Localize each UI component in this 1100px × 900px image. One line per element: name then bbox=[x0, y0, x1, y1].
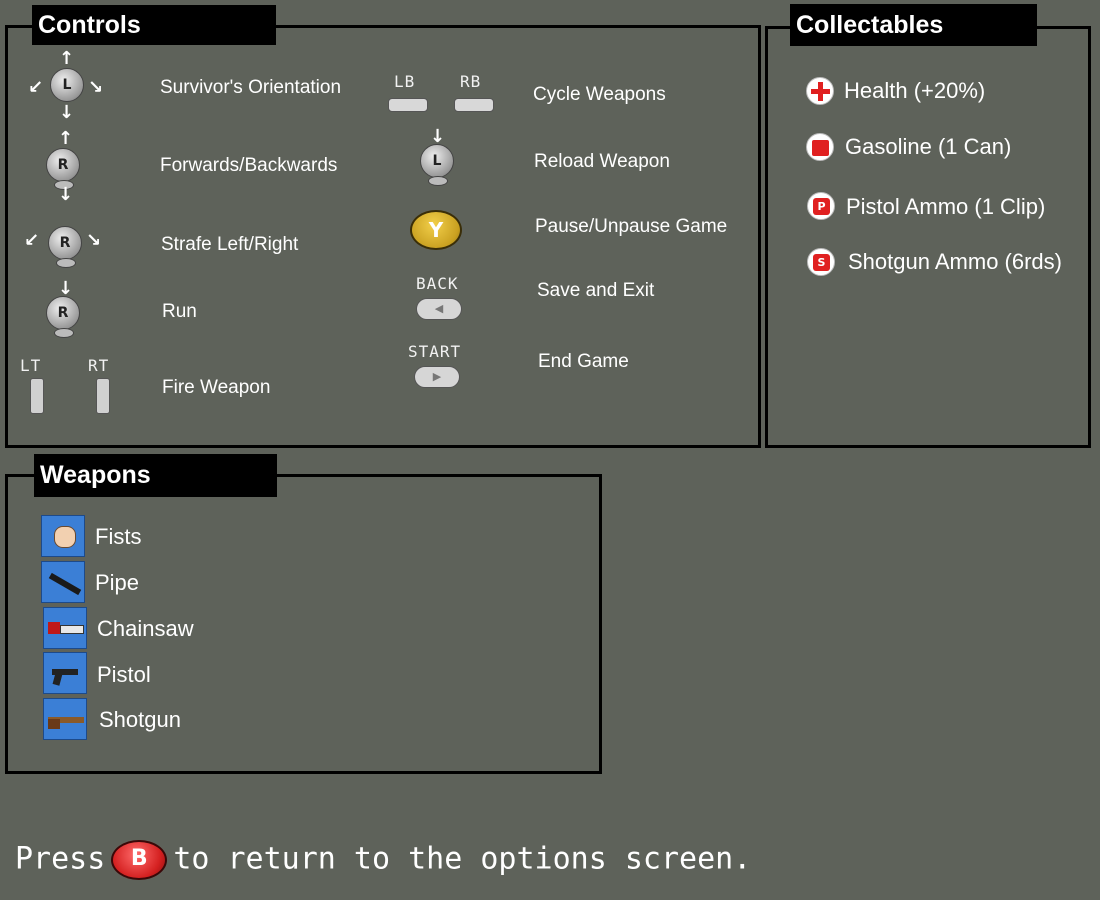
prompt-press-text: Press bbox=[15, 841, 106, 877]
gas-can-icon bbox=[806, 133, 834, 161]
right-stick-click-icon: ↓ R bbox=[40, 278, 94, 342]
health-cross-icon bbox=[806, 77, 834, 105]
control-label-reload: Reload Weapon bbox=[534, 151, 670, 172]
right-stick-strafe-icon: ↙ R ↘ bbox=[24, 224, 108, 272]
right-stick-glyph: R bbox=[46, 148, 80, 182]
back-button-icon: BACK ◀ bbox=[410, 272, 474, 324]
triggers-icon: LT RT bbox=[18, 354, 128, 416]
controls-title: Controls bbox=[32, 5, 276, 45]
weapons-panel bbox=[5, 474, 602, 774]
pistol-ammo-icon: P bbox=[807, 192, 835, 220]
control-label-cycle-weapons: Cycle Weapons bbox=[533, 84, 666, 105]
return-prompt: Press Bto return to the options screen. bbox=[15, 840, 751, 880]
start-label: START bbox=[408, 342, 462, 361]
back-label: BACK bbox=[416, 274, 459, 293]
back-pill-icon: ◀ bbox=[416, 298, 462, 320]
pipe-icon bbox=[41, 561, 85, 603]
left-stick-glyph: L bbox=[50, 68, 84, 102]
right-stick-glyph: R bbox=[46, 296, 80, 330]
left-stick-orientation-icon: ↑ ↙ ↘ L ↓ bbox=[28, 48, 104, 123]
lt-label: LT bbox=[20, 356, 42, 375]
control-label-orientation: Survivor's Orientation bbox=[160, 77, 342, 98]
control-label-forwards-backwards: Forwards/Backwards bbox=[160, 155, 338, 176]
weapon-label-shotgun: Shotgun bbox=[99, 707, 181, 732]
weapon-label-pipe: Pipe bbox=[95, 570, 140, 595]
b-button-icon[interactable]: B bbox=[111, 840, 168, 880]
control-label-end-game: End Game bbox=[538, 351, 629, 372]
control-label-pause: Pause/Unpause Game bbox=[535, 216, 728, 237]
weapons-title: Weapons bbox=[34, 454, 277, 497]
rb-label: RB bbox=[460, 72, 482, 91]
right-stick-forward-back-icon: ↑ R ↓ bbox=[40, 130, 94, 206]
lb-label: LB bbox=[394, 72, 416, 91]
y-button-icon: Y bbox=[410, 210, 462, 250]
control-label-run: Run bbox=[162, 301, 197, 322]
pistol-icon bbox=[43, 652, 87, 694]
rt-trigger-icon bbox=[96, 378, 110, 414]
prompt-return-text: to return to the options screen. bbox=[173, 841, 752, 877]
bumpers-icon: LB RB bbox=[386, 70, 498, 116]
collectable-label-gasoline: Gasoline (1 Can) bbox=[845, 134, 1012, 159]
right-stick-glyph: R bbox=[48, 226, 82, 260]
control-label-strafe: Strafe Left/Right bbox=[161, 234, 299, 255]
weapon-label-fists: Fists bbox=[95, 524, 142, 549]
rt-label: RT bbox=[88, 356, 110, 375]
chainsaw-icon bbox=[43, 607, 87, 649]
fist-icon bbox=[41, 515, 85, 557]
lt-trigger-icon bbox=[30, 378, 44, 414]
shotgun-icon bbox=[43, 698, 87, 740]
start-pill-icon: ▶ bbox=[414, 366, 460, 388]
rb-bumper-icon bbox=[454, 98, 494, 112]
lb-bumper-icon bbox=[388, 98, 428, 112]
weapon-label-chainsaw: Chainsaw bbox=[97, 616, 194, 641]
weapon-label-pistol: Pistol bbox=[97, 662, 151, 687]
collectable-label-health: Health (+20%) bbox=[844, 78, 986, 103]
collectable-label-pistol-ammo: Pistol Ammo (1 Clip) bbox=[846, 194, 1046, 219]
left-stick-click-icon: ↓ L bbox=[414, 128, 464, 190]
start-button-icon: START ▶ bbox=[406, 340, 476, 392]
control-label-save-exit: Save and Exit bbox=[537, 280, 655, 301]
collectables-title: Collectables bbox=[790, 4, 1037, 46]
shotgun-ammo-icon: S bbox=[807, 248, 835, 276]
control-label-fire-weapon: Fire Weapon bbox=[162, 377, 271, 398]
collectable-label-shotgun-ammo: Shotgun Ammo (6rds) bbox=[848, 249, 1062, 274]
left-stick-glyph: L bbox=[420, 144, 454, 178]
